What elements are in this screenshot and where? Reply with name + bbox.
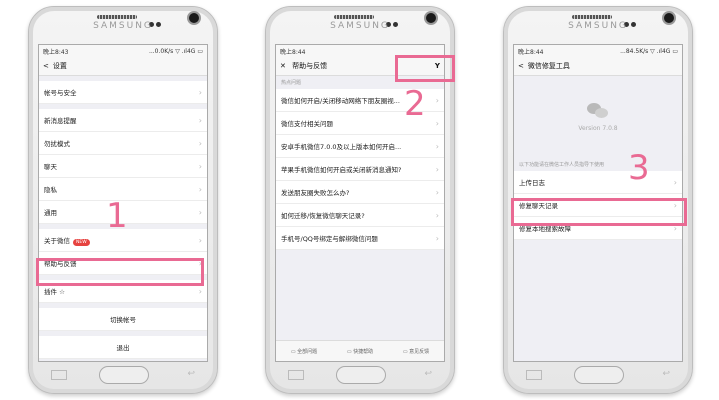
recent-apps-icon[interactable] — [288, 370, 304, 380]
back-icon[interactable]: < — [43, 62, 49, 70]
faq-item-label: 手机号/QQ号绑定与解绑微信问题 — [281, 235, 378, 243]
faq-item[interactable]: 手机号/QQ号绑定与解绑微信问题 › — [276, 227, 444, 250]
faq-item-label: 安卓手机微信7.0.0及以上版本如何开启... — [281, 143, 402, 151]
tool-item-label: 上传日志 — [519, 179, 545, 187]
close-icon[interactable]: ✕ — [280, 62, 286, 70]
chevron-right-icon: › — [435, 233, 439, 243]
settings-item-do-not-disturb[interactable]: 勿扰模式 › — [39, 132, 207, 155]
chevron-right-icon: › — [198, 87, 202, 97]
wechat-logo-icon — [587, 102, 609, 119]
tab-all-questions[interactable]: ▭ 全部问题 — [291, 348, 317, 355]
chevron-right-icon: › — [198, 235, 202, 245]
status-time: 晚上8:44 — [280, 48, 306, 56]
faq-item[interactable]: 如何迁移/恢复微信聊天记录? › — [276, 204, 444, 227]
chevron-right-icon: › — [198, 115, 202, 125]
settings-item-label: 关于微信 NEW — [44, 235, 90, 246]
faq-item[interactable]: 安卓手机微信7.0.0及以上版本如何开启... › — [276, 135, 444, 158]
logout-button[interactable]: 退出 — [39, 336, 207, 359]
chevron-right-icon: › — [198, 207, 202, 217]
chevron-right-icon: › — [198, 184, 202, 194]
chevron-right-icon: › — [198, 161, 202, 171]
version-label: Version 7.0.8 — [578, 124, 618, 132]
faq-item[interactable]: 发送朋友圈失败怎么办? › — [276, 181, 444, 204]
status-time: 晚上8:44 — [518, 48, 544, 56]
settings-item-label: 帐号与安全 — [44, 89, 77, 97]
home-button[interactable] — [99, 366, 149, 384]
speaker-grille — [334, 15, 374, 19]
app-logo-area: Version 7.0.8 — [514, 76, 682, 158]
settings-item-notifications[interactable]: 新消息提醒 › — [39, 109, 207, 132]
step-number-3: 3 — [628, 148, 650, 188]
highlight-help-feedback — [36, 258, 204, 286]
chevron-right-icon: › — [435, 95, 439, 105]
settings-item-account-security[interactable]: 帐号与安全 › — [39, 81, 207, 104]
chevron-right-icon: › — [198, 286, 202, 296]
home-button[interactable] — [574, 366, 624, 384]
back-key-icon[interactable]: ↩ — [662, 369, 670, 379]
section-note: 以下功能请在微信工作人员指导下使用 — [514, 158, 682, 171]
page-title: 帮助与反馈 — [292, 62, 328, 70]
page-title: 设置 — [52, 62, 67, 70]
nav-bar: < 微信修复工具 — [514, 57, 682, 76]
settings-item-label: 勿扰模式 — [44, 140, 70, 148]
home-button[interactable] — [336, 366, 386, 384]
speaker-grille — [97, 15, 137, 19]
recent-apps-icon[interactable] — [526, 370, 542, 380]
chevron-right-icon: › — [435, 187, 439, 197]
chevron-right-icon: › — [673, 177, 677, 187]
brand-logo: SAMSUNG — [568, 21, 628, 31]
status-bar: 晚上8:44 ...84.5K/s ▽ .ıl4G ▭ — [514, 45, 682, 57]
chevron-right-icon: › — [435, 141, 439, 151]
settings-item-label: 隐私 — [44, 186, 57, 194]
back-icon[interactable]: < — [518, 62, 524, 70]
highlight-repair-chat-history — [511, 198, 687, 226]
back-key-icon[interactable]: ↩ — [187, 369, 195, 379]
chevron-right-icon: › — [435, 164, 439, 174]
tool-item-upload-log[interactable]: 上传日志 › — [514, 171, 682, 194]
step-number-2: 2 — [404, 84, 426, 124]
settings-item-label: 插件 ☆ — [44, 288, 65, 296]
chevron-right-icon: › — [435, 118, 439, 128]
recent-apps-icon[interactable] — [51, 370, 67, 380]
settings-item-label: 聊天 — [44, 163, 57, 171]
faq-item-label: 微信支付相关问题 — [281, 120, 333, 128]
tab-quick-help[interactable]: ▭ 快捷帮助 — [347, 348, 373, 355]
faq-item-label: 微信如何开启/关闭移动网络下朋友圈视... — [281, 97, 400, 105]
back-key-icon[interactable]: ↩ — [424, 369, 432, 379]
new-badge: NEW — [73, 239, 90, 246]
hardware-buttons: ↩ — [29, 364, 217, 386]
faq-item[interactable]: 苹果手机微信如何开启或关闭新消息通知? › — [276, 158, 444, 181]
faq-item-label: 苹果手机微信如何开启或关闭新消息通知? — [281, 166, 402, 174]
bottom-tab-bar: ▭ 全部问题 ▭ 快捷帮助 ▭ 意见反馈 — [276, 340, 444, 361]
chevron-right-icon: › — [435, 210, 439, 220]
brand-logo: SAMSUNG — [330, 21, 390, 31]
switch-account-button[interactable]: 切换帐号 — [39, 308, 207, 331]
tab-feedback[interactable]: ▭ 意见反馈 — [403, 348, 429, 355]
nav-bar: < 设置 — [39, 57, 207, 76]
brand-logo: SAMSUNG — [93, 21, 153, 31]
settings-item-label: 新消息提醒 — [44, 117, 77, 125]
step-number-1: 1 — [106, 196, 128, 236]
status-time: 晚上8:43 — [43, 48, 69, 56]
chevron-right-icon: › — [198, 138, 202, 148]
status-indicators: ...84.5K/s ▽ .ıl4G ▭ — [620, 47, 678, 55]
status-indicators: ...0.0K/s ▽ .ıl4G ▭ — [148, 47, 203, 55]
hardware-buttons: ↩ — [266, 364, 454, 386]
faq-item-label: 发送朋友圈失败怎么办? — [281, 189, 350, 197]
hardware-buttons: ↩ — [504, 364, 692, 386]
nav-left: ✕ 帮助与反馈 — [280, 61, 327, 71]
settings-item-chat[interactable]: 聊天 › — [39, 155, 207, 178]
settings-item-label: 通用 — [44, 209, 57, 217]
faq-item-label: 如何迁移/恢复微信聊天记录? — [281, 212, 365, 220]
status-bar: 晚上8:43 ...0.0K/s ▽ .ıl4G ▭ — [39, 45, 207, 57]
speaker-grille — [572, 15, 612, 19]
page-title: 微信修复工具 — [527, 62, 570, 70]
highlight-repair-tool — [395, 55, 455, 82]
